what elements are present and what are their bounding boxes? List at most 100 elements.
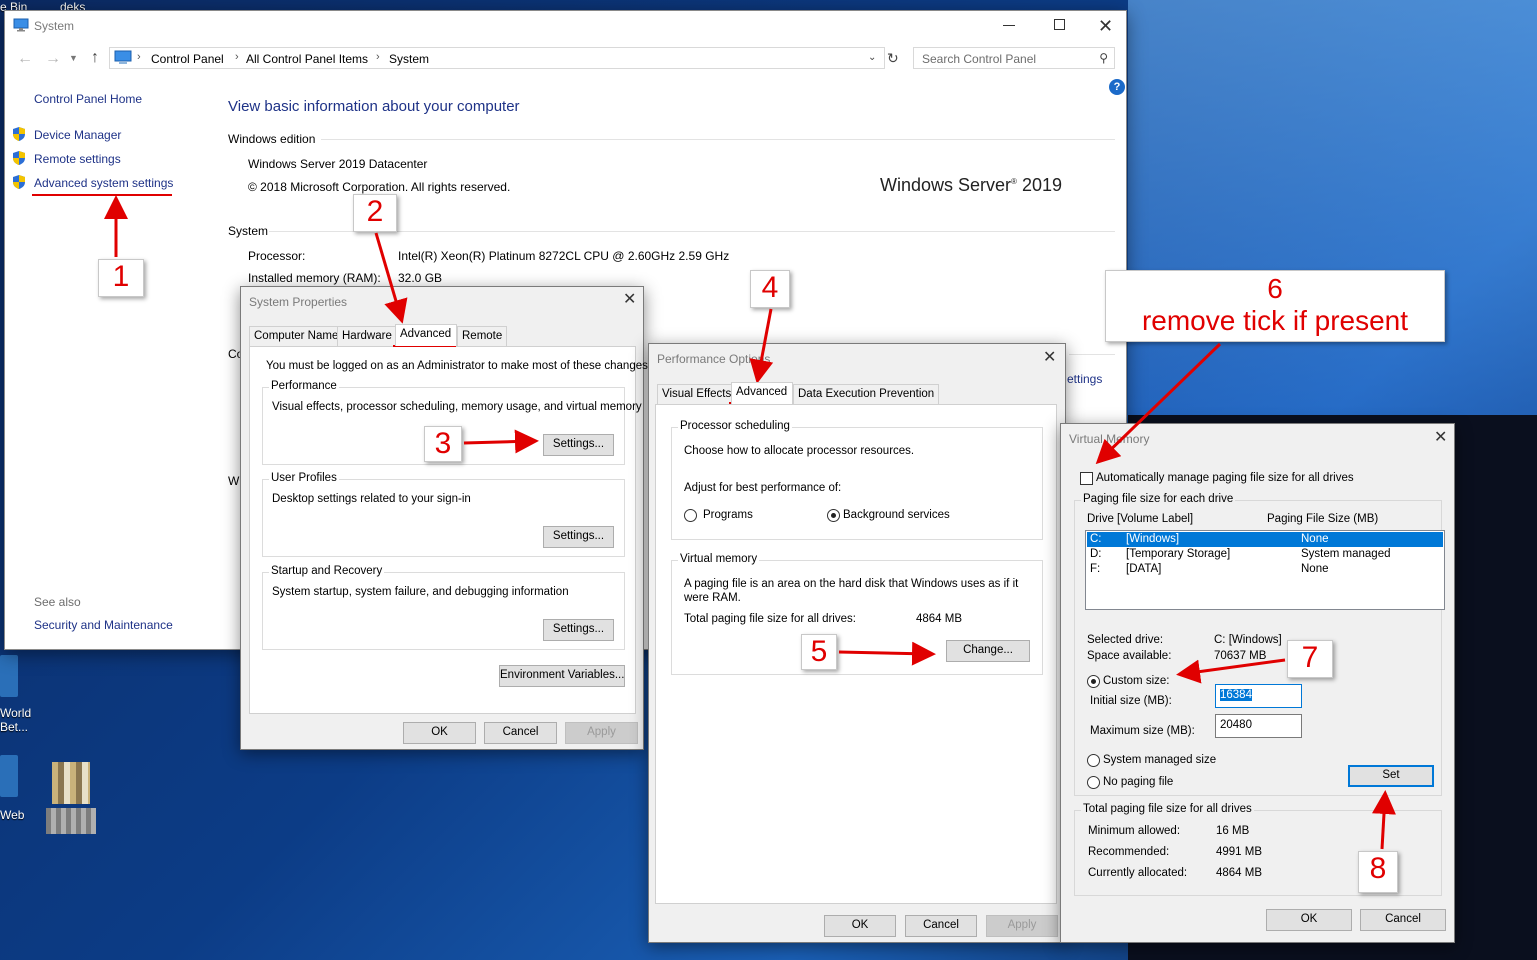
underline-advanced-settings — [32, 194, 172, 196]
table-row[interactable]: C: [Windows] None — [1087, 532, 1443, 547]
breadcrumb-separator: › — [137, 51, 141, 63]
recommended-value: 4991 MB — [1216, 846, 1263, 858]
perf-apply-button[interactable]: Apply — [986, 915, 1058, 937]
breadcrumb-all-items[interactable]: All Control Panel Items — [246, 52, 368, 66]
system-managed-label[interactable]: System managed size — [1103, 754, 1216, 766]
step-6-label: 6 remove tick if present — [1105, 270, 1445, 342]
device-manager-link[interactable]: Device Manager — [34, 128, 121, 142]
perf-ok-button[interactable]: OK — [824, 915, 896, 937]
breadcrumb-system[interactable]: System — [389, 52, 429, 66]
no-paging-label[interactable]: No paging file — [1103, 776, 1173, 788]
performance-desc: Visual effects, processor scheduling, me… — [272, 401, 642, 413]
tab-computer-name[interactable]: Computer Name — [249, 326, 344, 346]
virtual-memory-title: Virtual Memory — [1069, 432, 1150, 446]
max-size-input[interactable]: 20480 — [1215, 714, 1302, 738]
breadcrumb-control-panel[interactable]: Control Panel — [151, 52, 224, 66]
change-button[interactable]: Change... — [946, 640, 1030, 662]
control-panel-icon — [114, 50, 132, 64]
performance-options-close-button[interactable]: ✕ — [1043, 350, 1056, 366]
startup-desc: System startup, system failure, and debu… — [272, 586, 569, 598]
maximize-button[interactable] — [1054, 19, 1065, 30]
up-arrow-icon[interactable]: ↑ — [91, 49, 99, 67]
tab-hardware[interactable]: Hardware — [337, 326, 397, 346]
desktop-label-world[interactable]: World Bet... — [0, 706, 31, 734]
sched-desc: Choose how to allocate processor resourc… — [684, 445, 915, 457]
forward-arrow-icon[interactable]: → — [45, 50, 61, 68]
environment-variables-button[interactable]: Environment Variables... — [499, 665, 625, 687]
custom-size-label[interactable]: Custom size: — [1103, 675, 1169, 687]
desktop-label-web[interactable]: Web — [0, 808, 24, 822]
logo-year: 2019 — [1016, 175, 1062, 195]
min-allowed-label: Minimum allowed: — [1088, 825, 1181, 837]
total-paging-label: Total paging file size for all drives: — [684, 613, 856, 625]
vm-cancel-button[interactable]: Cancel — [1360, 909, 1446, 931]
programs-radio[interactable] — [684, 509, 697, 522]
system-titlebar[interactable]: System ✕ — [5, 11, 1126, 41]
tab-visual-effects[interactable]: Visual Effects — [657, 384, 737, 404]
drive-letter: C: — [1090, 533, 1102, 545]
address-bar[interactable]: › Control Panel › All Control Panel Item… — [109, 47, 885, 69]
minimize-button[interactable] — [1003, 25, 1015, 26]
performance-settings-button[interactable]: Settings... — [543, 434, 614, 456]
chevron-down-icon[interactable]: ▼ — [69, 53, 78, 63]
background-services-label[interactable]: Background services — [843, 509, 950, 521]
change-settings-link[interactable]: ettings — [1067, 372, 1102, 386]
initial-size-input[interactable]: 16384 — [1215, 684, 1302, 708]
security-maintenance-link[interactable]: Security and Maintenance — [34, 618, 173, 632]
memory-value: 32.0 GB — [398, 271, 443, 285]
sysprop-apply-button[interactable]: Apply — [565, 722, 638, 744]
table-row[interactable]: D: [Temporary Storage] System managed — [1087, 547, 1443, 562]
world-bet-icon[interactable] — [0, 655, 18, 697]
address-dropdown-icon[interactable]: ⌄ — [868, 52, 876, 63]
virtual-memory-group: Virtual memory A paging file is an area … — [671, 553, 1043, 675]
edition-name: Windows Server 2019 Datacenter — [248, 157, 428, 171]
startup-title: Startup and Recovery — [269, 565, 385, 577]
profiles-settings-button[interactable]: Settings... — [543, 526, 614, 548]
tab-perf-advanced[interactable]: Advanced — [731, 382, 793, 404]
advanced-system-settings-link[interactable]: Advanced system settings — [34, 176, 173, 190]
background-services-radio[interactable] — [827, 509, 840, 522]
remote-settings-link[interactable]: Remote settings — [34, 152, 121, 166]
startup-recovery-group: Startup and Recovery System startup, sys… — [262, 565, 625, 650]
step-8-label: 8 — [1358, 851, 1398, 893]
search-icon[interactable]: ⚲ — [1099, 51, 1108, 65]
sysprop-cancel-button[interactable]: Cancel — [484, 722, 557, 744]
drive-list[interactable]: C: [Windows] None D: [Temporary Storage]… — [1085, 530, 1445, 610]
vm-ok-button[interactable]: OK — [1266, 909, 1352, 931]
system-close-button[interactable]: ✕ — [1098, 17, 1113, 35]
adjust-label: Adjust for best performance of: — [684, 482, 842, 494]
windows-edition-title: Windows edition — [228, 132, 316, 146]
blurred-file-icon[interactable] — [52, 762, 90, 804]
paging-drive-group: Paging file size for each drive Drive [V… — [1074, 493, 1445, 796]
step-3-label: 3 — [424, 426, 462, 462]
auto-manage-label[interactable]: Automatically manage paging file size fo… — [1096, 472, 1354, 484]
sysprop-ok-button[interactable]: OK — [403, 722, 476, 744]
perf-cancel-button[interactable]: Cancel — [905, 915, 977, 937]
system-managed-radio[interactable] — [1087, 754, 1100, 767]
tab-advanced[interactable]: Advanced — [395, 324, 457, 346]
drive-label: [DATA] — [1126, 563, 1162, 575]
no-paging-radio[interactable] — [1087, 776, 1100, 789]
step-4-label: 4 — [750, 270, 790, 308]
virtual-memory-close-button[interactable]: ✕ — [1434, 430, 1447, 446]
programs-label[interactable]: Programs — [703, 509, 753, 521]
monitor-icon — [13, 18, 29, 32]
system-properties-close-button[interactable]: ✕ — [623, 292, 636, 308]
refresh-icon[interactable]: ↻ — [887, 50, 899, 67]
search-placeholder: Search Control Panel — [922, 52, 1037, 66]
initial-size-value: 16384 — [1220, 689, 1252, 701]
control-panel-home-link[interactable]: Control Panel Home — [34, 92, 142, 106]
logo-text: Windows Server — [880, 175, 1012, 195]
back-arrow-icon[interactable]: ← — [17, 50, 33, 68]
web-icon[interactable] — [0, 755, 18, 797]
tab-dep[interactable]: Data Execution Prevention — [793, 384, 940, 404]
table-row[interactable]: F: [DATA] None — [1087, 562, 1443, 577]
startup-settings-button[interactable]: Settings... — [543, 619, 614, 641]
help-icon[interactable]: ? — [1109, 79, 1125, 95]
custom-size-radio[interactable] — [1087, 675, 1100, 688]
auto-manage-checkbox[interactable] — [1080, 472, 1093, 485]
page-title: View basic information about your comput… — [228, 98, 520, 115]
search-input[interactable]: Search Control Panel ⚲ — [913, 47, 1115, 69]
set-button[interactable]: Set — [1348, 765, 1434, 787]
tab-remote[interactable]: Remote — [457, 326, 508, 346]
